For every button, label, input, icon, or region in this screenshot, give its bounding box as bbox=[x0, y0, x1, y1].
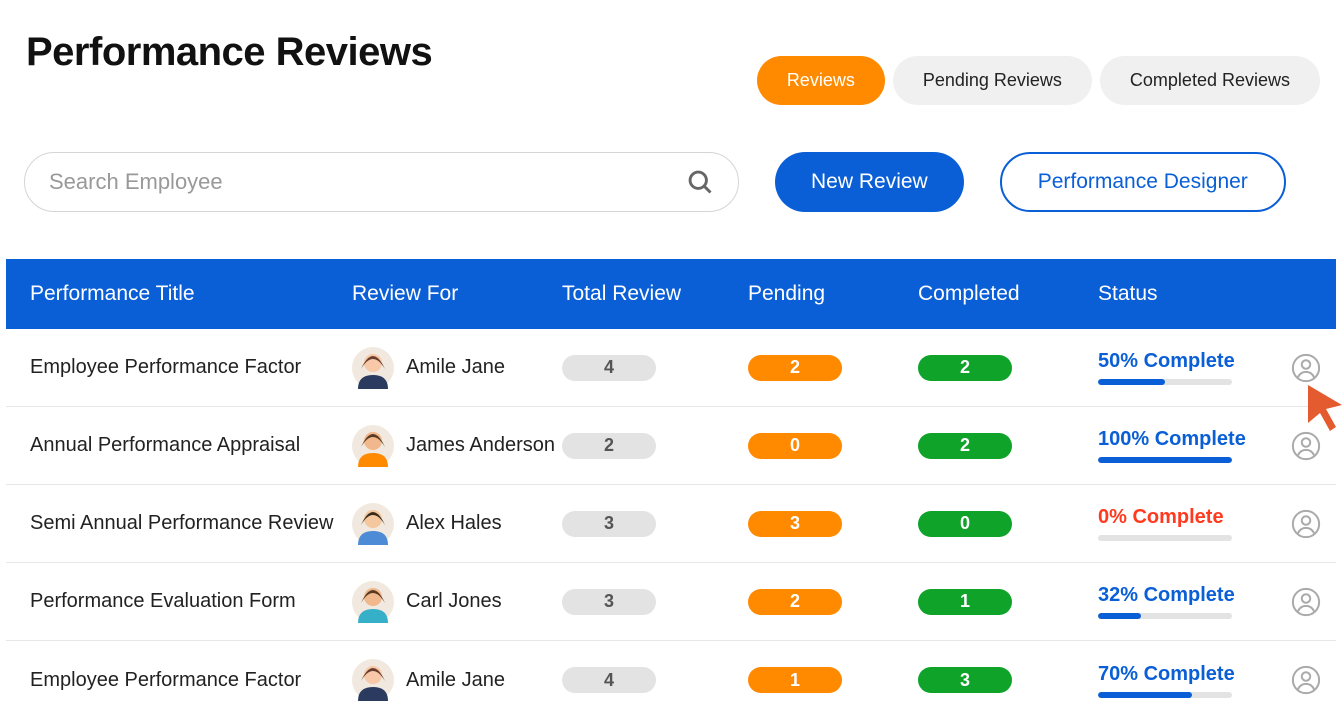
toolbar: New Review Performance Designer bbox=[24, 152, 1320, 212]
completed-cell: 1 bbox=[918, 589, 1098, 615]
row-action-button[interactable] bbox=[1276, 431, 1336, 461]
pending-pill: 3 bbox=[748, 511, 842, 537]
total-pill: 3 bbox=[562, 511, 656, 537]
employee-name: Carl Jones bbox=[406, 590, 502, 613]
total-cell: 3 bbox=[562, 589, 748, 615]
tab-completed-reviews[interactable]: Completed Reviews bbox=[1100, 56, 1320, 105]
status-cell: 0% Complete bbox=[1098, 506, 1276, 541]
pending-pill: 2 bbox=[748, 355, 842, 381]
employee-name: James Anderson bbox=[406, 434, 555, 457]
employee-cell: Carl Jones bbox=[352, 581, 562, 623]
new-review-button[interactable]: New Review bbox=[775, 152, 964, 212]
avatar bbox=[352, 347, 394, 389]
total-cell: 4 bbox=[562, 667, 748, 693]
col-header: Pending bbox=[748, 282, 918, 306]
search-input[interactable] bbox=[49, 169, 686, 195]
completed-cell: 3 bbox=[918, 667, 1098, 693]
employee-cell: Amile Jane bbox=[352, 659, 562, 701]
table-row: Employee Performance Factor Amile Jane 4… bbox=[6, 641, 1336, 719]
completed-cell: 0 bbox=[918, 511, 1098, 537]
status-text: 100% Complete bbox=[1098, 428, 1276, 451]
status-cell: 70% Complete bbox=[1098, 663, 1276, 698]
row-action-button[interactable] bbox=[1276, 587, 1336, 617]
performance-designer-button[interactable]: Performance Designer bbox=[1000, 152, 1286, 212]
progress-bar bbox=[1098, 692, 1232, 698]
progress-bar bbox=[1098, 379, 1232, 385]
total-pill: 2 bbox=[562, 433, 656, 459]
pending-pill: 2 bbox=[748, 589, 842, 615]
pending-cell: 1 bbox=[748, 667, 918, 693]
employee-cell: Amile Jane bbox=[352, 347, 562, 389]
completed-cell: 2 bbox=[918, 355, 1098, 381]
col-header: Total Review bbox=[562, 282, 748, 306]
completed-pill: 3 bbox=[918, 667, 1012, 693]
status-text: 70% Complete bbox=[1098, 663, 1276, 686]
performance-title-cell: Annual Performance Appraisal bbox=[30, 434, 352, 457]
col-header: Status bbox=[1098, 282, 1276, 306]
pending-cell: 2 bbox=[748, 355, 918, 381]
col-header: Completed bbox=[918, 282, 1098, 306]
pending-cell: 0 bbox=[748, 433, 918, 459]
pending-cell: 3 bbox=[748, 511, 918, 537]
progress-bar bbox=[1098, 535, 1232, 541]
table-row: Performance Evaluation Form Carl Jones 3… bbox=[6, 563, 1336, 641]
total-pill: 4 bbox=[562, 355, 656, 381]
employee-name: Alex Hales bbox=[406, 512, 502, 535]
employee-cell: Alex Hales bbox=[352, 503, 562, 545]
performance-title-cell: Performance Evaluation Form bbox=[30, 590, 352, 613]
total-pill: 3 bbox=[562, 589, 656, 615]
employee-cell: James Anderson bbox=[352, 425, 562, 467]
performance-title-cell: Employee Performance Factor bbox=[30, 356, 352, 379]
table-row: Annual Performance Appraisal James Ander… bbox=[6, 407, 1336, 485]
completed-pill: 2 bbox=[918, 433, 1012, 459]
row-action-button[interactable] bbox=[1276, 509, 1336, 539]
avatar bbox=[352, 581, 394, 623]
status-cell: 32% Complete bbox=[1098, 584, 1276, 619]
avatar bbox=[352, 425, 394, 467]
performance-title-cell: Semi Annual Performance Review bbox=[30, 512, 352, 535]
search-icon bbox=[686, 168, 714, 196]
completed-cell: 2 bbox=[918, 433, 1098, 459]
completed-pill: 1 bbox=[918, 589, 1012, 615]
status-cell: 50% Complete bbox=[1098, 350, 1276, 385]
employee-name: Amile Jane bbox=[406, 356, 505, 379]
status-text: 0% Complete bbox=[1098, 506, 1276, 529]
table-row: Employee Performance Factor Amile Jane 4… bbox=[6, 329, 1336, 407]
total-cell: 2 bbox=[562, 433, 748, 459]
completed-pill: 0 bbox=[918, 511, 1012, 537]
table-row: Semi Annual Performance Review Alex Hale… bbox=[6, 485, 1336, 563]
progress-bar bbox=[1098, 613, 1232, 619]
progress-bar bbox=[1098, 457, 1232, 463]
status-text: 50% Complete bbox=[1098, 350, 1276, 373]
row-action-button[interactable] bbox=[1276, 665, 1336, 695]
tab-reviews[interactable]: Reviews bbox=[757, 56, 885, 105]
total-pill: 4 bbox=[562, 667, 656, 693]
pending-pill: 0 bbox=[748, 433, 842, 459]
tab-pending-reviews[interactable]: Pending Reviews bbox=[893, 56, 1092, 105]
col-header: Performance Title bbox=[30, 282, 352, 306]
completed-pill: 2 bbox=[918, 355, 1012, 381]
reviews-table: Performance TitleReview ForTotal ReviewP… bbox=[6, 259, 1336, 719]
table-header: Performance TitleReview ForTotal ReviewP… bbox=[6, 259, 1336, 329]
avatar bbox=[352, 503, 394, 545]
status-cell: 100% Complete bbox=[1098, 428, 1276, 463]
col-header: Review For bbox=[352, 282, 562, 306]
row-action-button[interactable] bbox=[1276, 353, 1336, 383]
pending-cell: 2 bbox=[748, 589, 918, 615]
cursor-pointer-icon bbox=[1308, 385, 1342, 431]
total-cell: 4 bbox=[562, 355, 748, 381]
tab-bar: ReviewsPending ReviewsCompleted Reviews bbox=[757, 56, 1320, 105]
status-text: 32% Complete bbox=[1098, 584, 1276, 607]
search-employee-field[interactable] bbox=[24, 152, 739, 212]
pending-pill: 1 bbox=[748, 667, 842, 693]
total-cell: 3 bbox=[562, 511, 748, 537]
avatar bbox=[352, 659, 394, 701]
